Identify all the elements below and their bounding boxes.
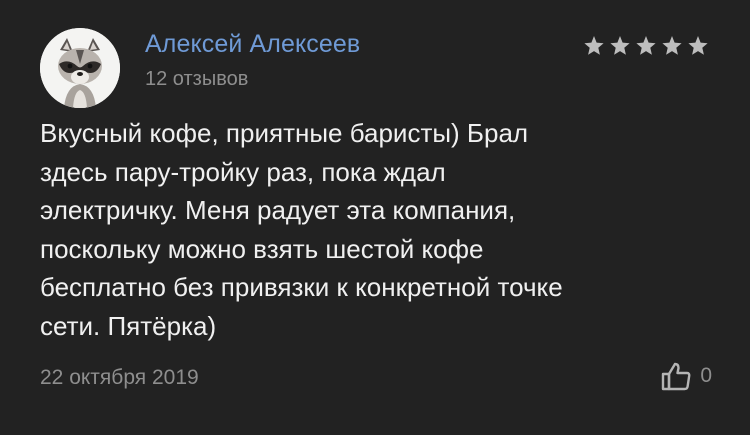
star-icon xyxy=(584,36,604,55)
like-count: 0 xyxy=(700,364,712,387)
author-avatar[interactable] xyxy=(40,28,120,108)
review-count[interactable]: 12 отзывов xyxy=(145,68,248,91)
star-icon xyxy=(636,36,656,55)
rating-stars xyxy=(582,34,710,58)
review-date: 22 октября 2019 xyxy=(40,366,199,389)
star-icon xyxy=(662,36,682,55)
star-icon xyxy=(688,36,708,55)
review-text: Вкусный кофе, приятные баристы) Брал зде… xyxy=(40,118,563,341)
author-name[interactable]: Алексей Алексеев xyxy=(145,30,360,59)
review-card: Алексей Алексеев 12 отзывов Вкусный кофе… xyxy=(0,0,750,435)
like-button[interactable]: 0 xyxy=(660,361,712,391)
star-icon xyxy=(610,36,630,55)
thumbs-up-icon xyxy=(662,362,691,391)
raccoon-icon xyxy=(40,28,120,108)
